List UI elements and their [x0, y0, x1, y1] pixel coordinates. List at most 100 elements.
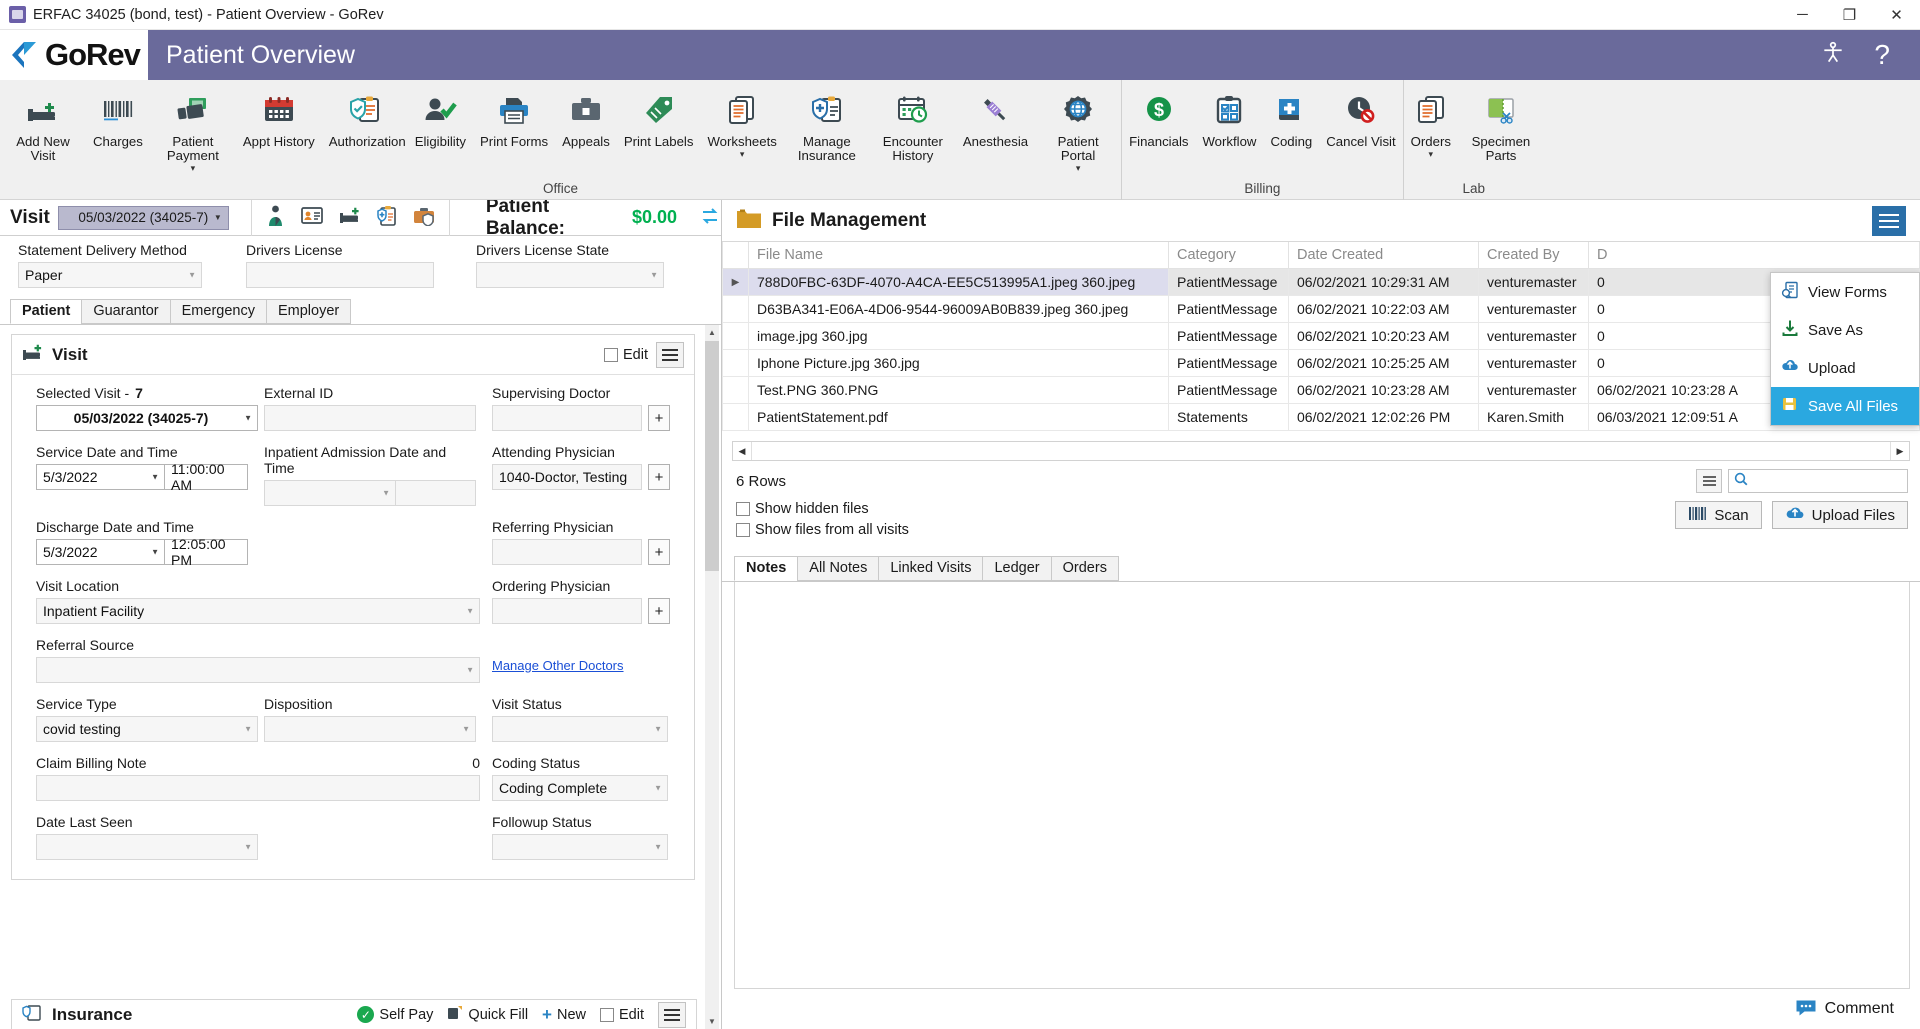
ribbon-add-new-visit[interactable]: Add New Visit — [0, 86, 86, 163]
new-insurance-button[interactable]: + New — [542, 1005, 586, 1025]
patient-icon[interactable] — [266, 205, 285, 231]
ribbon-specimen-parts[interactable]: Specimen Parts — [1458, 86, 1544, 163]
drivers-license-state-select[interactable]: ▼ — [476, 262, 664, 288]
inpatient-admission-time-input[interactable] — [396, 480, 476, 506]
hamburger-icon[interactable] — [658, 1001, 686, 1028]
visit-selector[interactable]: 05/03/2022 (34025-7) ▼ — [57, 205, 229, 230]
ribbon-print-labels[interactable]: Print Labels — [617, 86, 701, 149]
table-row[interactable]: Test.PNG 360.PNG PatientMessage 06/02/20… — [722, 376, 1920, 404]
upload-files-button[interactable]: Upload Files — [1771, 501, 1908, 529]
menu-item-save-as[interactable]: Save As — [1771, 311, 1919, 349]
date-last-seen-input[interactable]: ▼ — [36, 834, 258, 860]
ribbon-orders[interactable]: Orders ▾ — [1404, 86, 1458, 160]
tab-employer[interactable]: Employer — [265, 299, 352, 324]
scan-button[interactable]: Scan — [1675, 501, 1762, 529]
accessibility-icon[interactable] — [1820, 40, 1846, 70]
statement-delivery-select[interactable]: Paper ▼ — [18, 262, 202, 288]
hamburger-icon[interactable] — [1872, 205, 1906, 236]
ribbon-manage-insurance[interactable]: Manage Insurance — [784, 86, 870, 163]
minimize-button[interactable]: ─ — [1779, 0, 1826, 30]
ribbon-coding[interactable]: Coding — [1263, 86, 1319, 149]
table-row[interactable]: Iphone Picture.jpg 360.jpg PatientMessag… — [722, 349, 1920, 377]
comment-button[interactable]: Comment — [1783, 995, 1906, 1023]
tab-linked-visits[interactable]: Linked Visits — [878, 556, 984, 581]
insurance-edit-checkbox[interactable]: Edit — [600, 1007, 644, 1023]
service-time-input[interactable]: 11:00:00 AM — [165, 461, 248, 493]
quick-fill-button[interactable]: Quick Fill — [447, 1005, 528, 1025]
file-table-horizontal-scrollbar[interactable]: ◀ ▶ — [732, 441, 1910, 461]
tab-notes[interactable]: Notes — [734, 556, 799, 581]
tab-guarantor[interactable]: Guarantor — [81, 299, 171, 324]
edit-checkbox[interactable]: Edit — [604, 347, 648, 363]
hscroll-track[interactable] — [751, 442, 1891, 460]
attending-physician-input[interactable]: 1040-Doctor, Testing — [492, 464, 642, 490]
inpatient-admission-date-input[interactable]: ▼ — [264, 480, 396, 506]
manage-other-doctors-link[interactable]: Manage Other Doctors — [492, 658, 624, 673]
add-attending-physician-button[interactable]: + — [648, 464, 670, 490]
ribbon-financials[interactable]: $ Financials — [1122, 86, 1195, 149]
column-extra[interactable]: D — [1588, 242, 1920, 269]
tab-orders[interactable]: Orders — [1050, 556, 1119, 581]
briefcase-shield-icon[interactable] — [413, 206, 435, 230]
add-referring-physician-button[interactable]: + — [648, 539, 670, 565]
maximize-button[interactable]: ❐ — [1826, 0, 1873, 30]
ribbon-charges[interactable]: Charges — [86, 86, 150, 149]
scroll-left-arrow-icon[interactable]: ◀ — [733, 446, 751, 457]
ribbon-encounter-history[interactable]: Encounter History — [870, 86, 956, 163]
show-hidden-files-checkbox[interactable]: Show hidden files — [736, 501, 909, 517]
tab-all-notes[interactable]: All Notes — [797, 556, 880, 581]
ribbon-worksheets[interactable]: Worksheets ▾ — [700, 86, 783, 160]
table-row[interactable]: image.jpg 360.jpg PatientMessage 06/02/2… — [722, 322, 1920, 350]
scrollbar-thumb[interactable] — [705, 341, 719, 571]
column-file-name[interactable]: File Name — [748, 242, 1169, 269]
table-row[interactable]: PatientStatement.pdf Statements 06/02/20… — [722, 403, 1920, 431]
disposition-select[interactable]: ▼ — [264, 716, 476, 742]
ribbon-patient-payment[interactable]: Patient Payment ▾ — [150, 86, 236, 174]
followup-status-select[interactable]: ▼ — [492, 834, 668, 860]
ordering-physician-input[interactable] — [492, 598, 642, 624]
menu-item-save-all-files[interactable]: Save All Files — [1771, 387, 1919, 425]
add-supervising-doctor-button[interactable]: + — [648, 405, 670, 431]
drivers-license-input[interactable] — [246, 262, 434, 288]
scroll-right-arrow-icon[interactable]: ▶ — [1891, 446, 1909, 457]
supervising-doctor-input[interactable] — [492, 405, 642, 431]
refresh-icon[interactable] — [699, 206, 721, 230]
left-pane-scrollbar[interactable]: ▲ ▼ — [705, 325, 719, 1029]
column-date-created[interactable]: Date Created — [1288, 242, 1479, 269]
discharge-date-input[interactable]: 5/3/2022 ▼ — [36, 539, 166, 565]
visit-location-select[interactable]: Inpatient Facility ▼ — [36, 598, 480, 624]
ribbon-authorization[interactable]: Authorization — [322, 86, 408, 149]
table-row[interactable]: D63BA341-E06A-4D06-9544-96009AB0B839.jpe… — [722, 295, 1920, 323]
service-date-input[interactable]: 5/3/2022 ▼ — [36, 464, 166, 490]
notes-body[interactable] — [734, 582, 1910, 989]
tab-emergency[interactable]: Emergency — [169, 299, 267, 324]
ribbon-appt-history[interactable]: Appt History — [236, 86, 322, 149]
grid-menu-icon[interactable] — [1696, 469, 1722, 493]
menu-item-upload[interactable]: Upload — [1771, 349, 1919, 387]
column-created-by[interactable]: Created By — [1478, 242, 1589, 269]
ribbon-cancel-visit[interactable]: Cancel Visit — [1319, 86, 1402, 149]
menu-item-view-forms[interactable]: View Forms — [1771, 273, 1919, 311]
close-button[interactable]: ✕ — [1873, 0, 1920, 30]
ribbon-workflow[interactable]: Workflow — [1195, 86, 1263, 149]
ribbon-patient-portal[interactable]: Patient Portal ▾ — [1035, 86, 1121, 174]
scroll-down-arrow-icon[interactable]: ▼ — [705, 1014, 719, 1029]
insurance-clipboard-icon[interactable] — [377, 205, 397, 231]
help-icon[interactable]: ? — [1874, 41, 1890, 69]
external-id-input[interactable] — [264, 405, 476, 431]
show-files-all-visits-checkbox[interactable]: Show files from all visits — [736, 522, 909, 538]
claim-billing-note-input[interactable] — [36, 775, 480, 801]
id-card-icon[interactable] — [300, 206, 323, 230]
ribbon-eligibility[interactable]: Eligibility — [408, 86, 473, 149]
tab-ledger[interactable]: Ledger — [982, 556, 1052, 581]
ribbon-appeals[interactable]: Appeals — [555, 86, 617, 149]
visit-status-select[interactable]: ▼ — [492, 716, 668, 742]
tab-patient[interactable]: Patient — [10, 299, 83, 324]
scroll-up-arrow-icon[interactable]: ▲ — [705, 325, 719, 340]
search-input[interactable] — [1728, 469, 1908, 493]
table-row[interactable]: ▶ 788D0FBC-63DF-4070-A4CA-EE5C513995A1.j… — [722, 268, 1920, 296]
coding-status-select[interactable]: Coding Complete ▼ — [492, 775, 668, 801]
discharge-time-input[interactable]: 12:05:00 PM — [165, 536, 248, 568]
hamburger-icon[interactable] — [656, 341, 684, 368]
column-category[interactable]: Category — [1168, 242, 1289, 269]
